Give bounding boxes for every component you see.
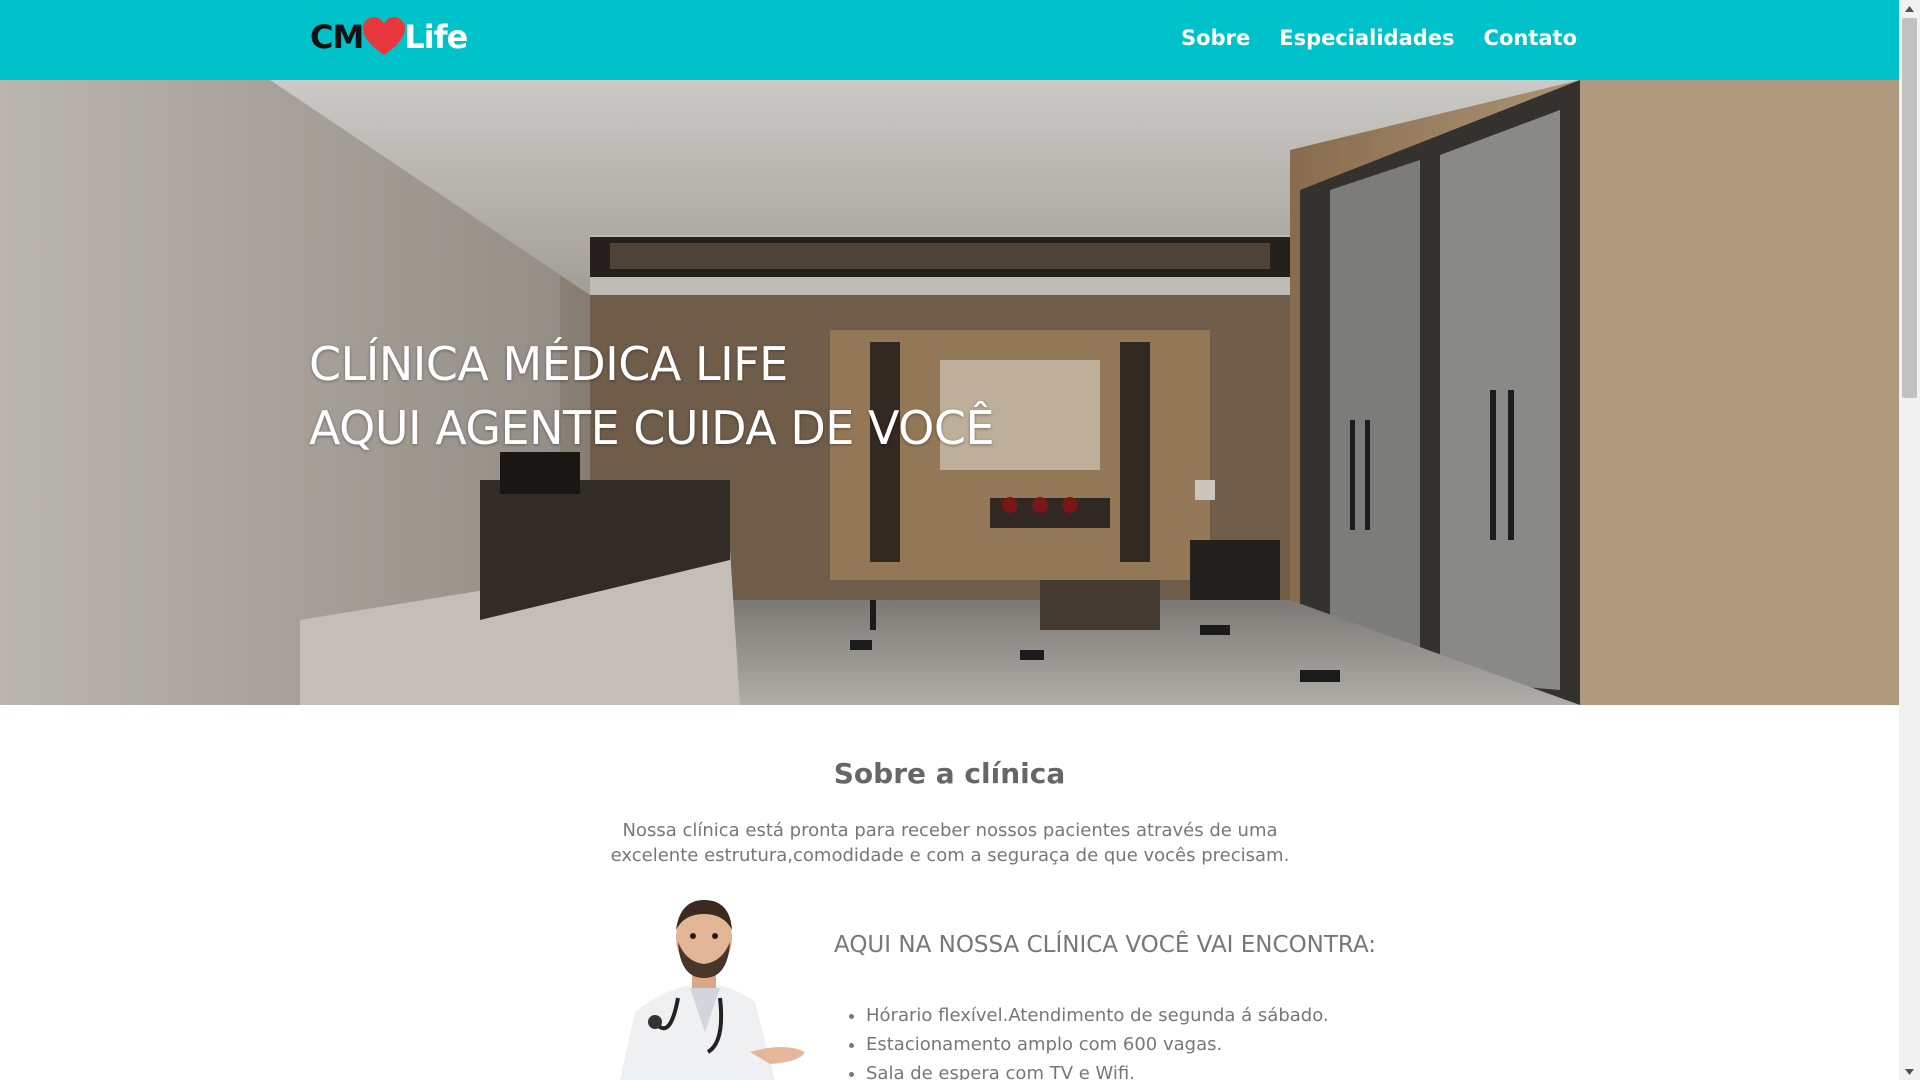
scroll-down-arrow-icon[interactable]	[1899, 1063, 1920, 1080]
about-title: Sobre a clínica	[833, 757, 1066, 790]
hero-banner: CLÍNICA MÉDICA LIFE AQUI AGENTE CUIDA DE…	[0, 80, 1899, 705]
hero-title-line1: CLÍNICA MÉDICA LIFE	[309, 337, 788, 391]
nav-link-contato[interactable]: Contato	[1484, 26, 1577, 50]
about-description: Nossa clínica está pronta para receber n…	[610, 820, 1290, 866]
features-title: AQUI NA NOSSA CLÍNICA VOCÊ VAI ENCONTRA:	[834, 932, 1377, 958]
scrollbar-thumb[interactable]	[1902, 18, 1917, 398]
feature-item: Estacionamento amplo com 600 vagas.	[866, 1030, 1329, 1059]
nav-link-sobre[interactable]: Sobre	[1181, 26, 1250, 50]
page-scrollbar[interactable]	[1899, 0, 1920, 1080]
feature-item: Hórario flexível.Atendimento de segunda …	[866, 1001, 1329, 1030]
logo[interactable]: CM Life	[310, 16, 468, 58]
hero-title-line2: AQUI AGENTE CUIDA DE VOCÊ	[309, 401, 995, 455]
logo-text-cm: CM	[310, 18, 364, 56]
doctor-image	[600, 892, 810, 1080]
heart-icon	[363, 17, 406, 55]
main-nav: Sobre Especialidades Contato	[1181, 26, 1577, 50]
feature-item: Sala de espera com TV e Wifi.	[866, 1059, 1329, 1080]
nav-link-especialidades[interactable]: Especialidades	[1279, 26, 1454, 50]
hero-title: CLÍNICA MÉDICA LIFE AQUI AGENTE CUIDA DE…	[309, 332, 995, 460]
logo-text-life: Life	[404, 18, 468, 56]
features-list: Hórario flexível.Atendimento de segunda …	[866, 1001, 1329, 1080]
site-header: CM Life Sobre Especialidades Contato	[0, 0, 1899, 80]
scroll-up-arrow-icon[interactable]	[1899, 0, 1920, 17]
